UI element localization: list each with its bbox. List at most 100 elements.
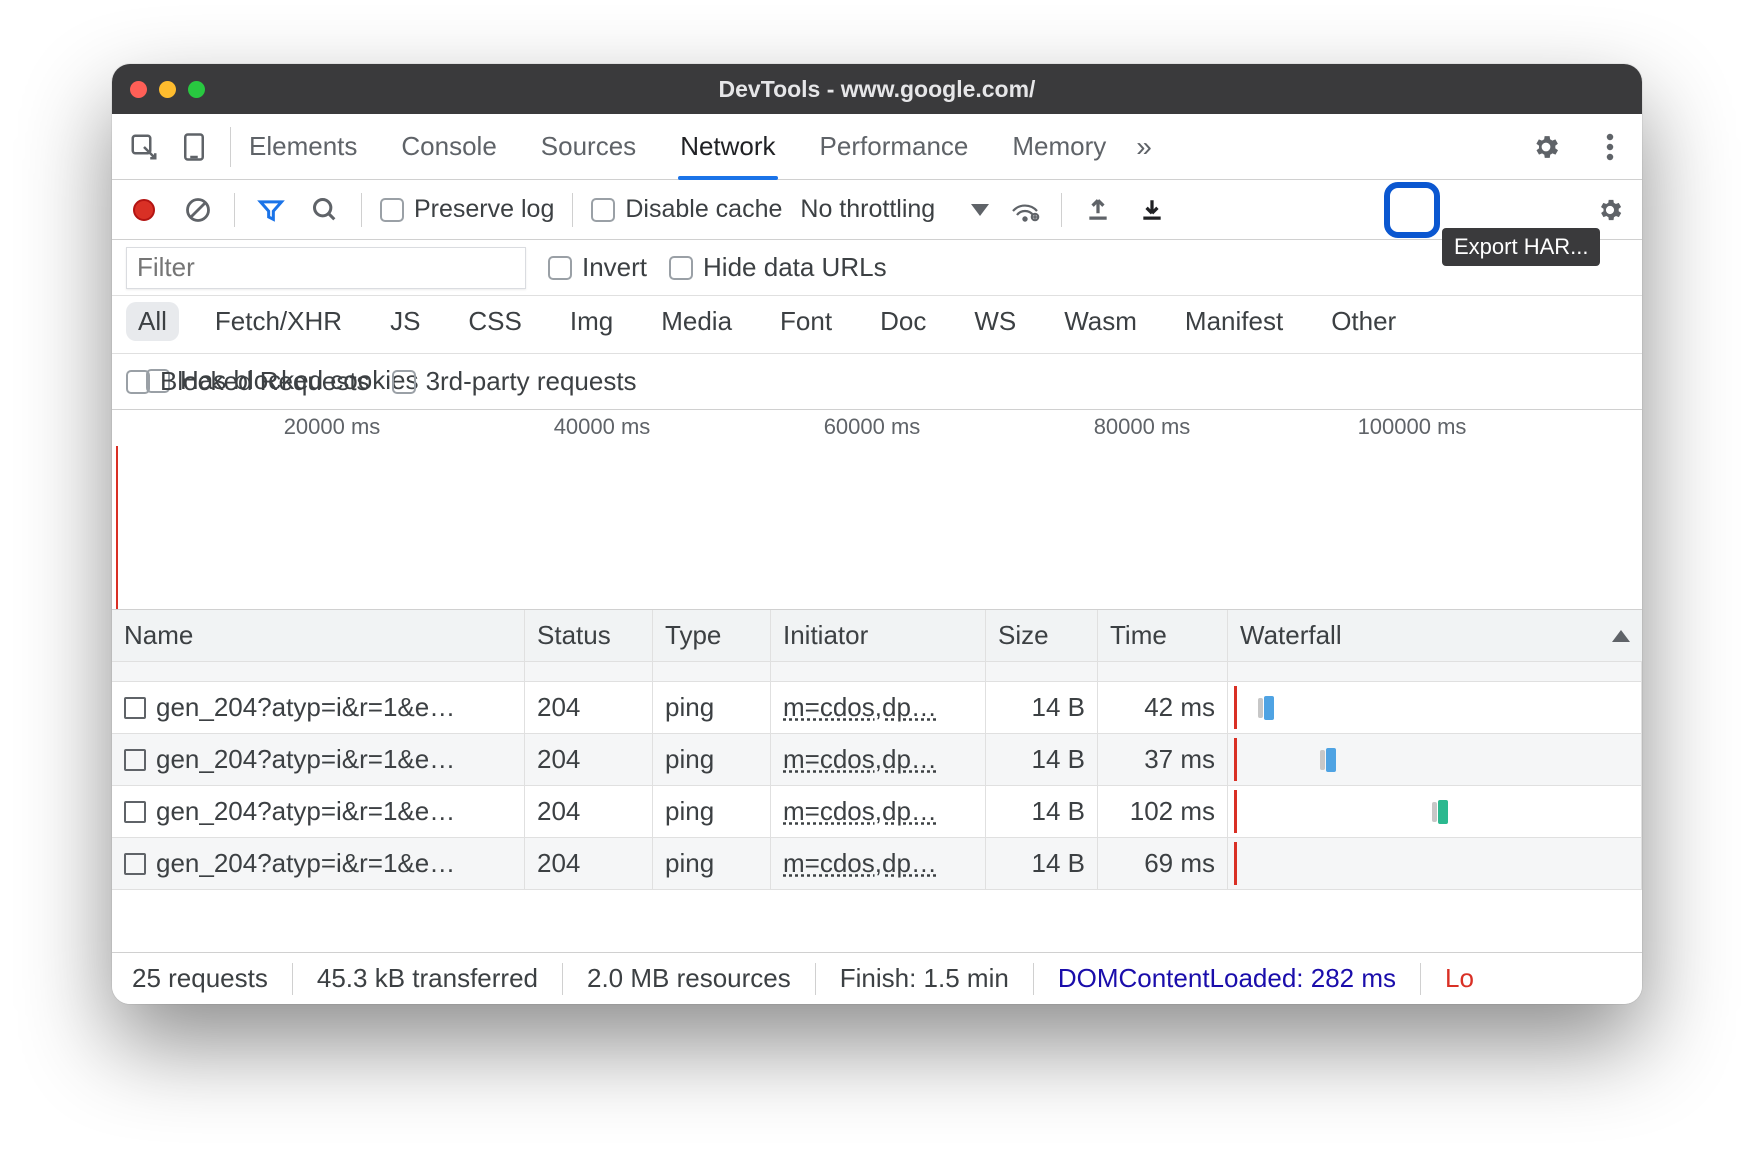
- tab-network[interactable]: Network: [680, 114, 775, 179]
- type-wasm[interactable]: Wasm: [1052, 302, 1149, 341]
- tab-label: Memory: [1012, 131, 1106, 162]
- cell-waterfall: [1228, 734, 1642, 786]
- clear-button[interactable]: [180, 192, 216, 228]
- col-size[interactable]: Size: [986, 610, 1098, 662]
- cell-status: 204: [525, 734, 653, 786]
- type-img[interactable]: Img: [558, 302, 625, 341]
- cell-initiator[interactable]: m=cdos,dp…: [771, 734, 986, 786]
- table-row[interactable]: gen_204?atyp=i&r=1&e…: [112, 682, 525, 734]
- type-doc[interactable]: Doc: [868, 302, 938, 341]
- tab-memory[interactable]: Memory: [1012, 114, 1106, 179]
- search-icon[interactable]: [307, 192, 343, 228]
- tab-label: Elements: [249, 131, 357, 162]
- file-icon: [124, 749, 146, 771]
- throttling-dropdown[interactable]: No throttling: [800, 195, 989, 224]
- tab-console[interactable]: Console: [401, 114, 496, 179]
- kebab-menu-icon[interactable]: [1592, 129, 1628, 165]
- checkbox-icon: [380, 198, 404, 222]
- file-icon: [124, 697, 146, 719]
- resource-type-filter-row: All Fetch/XHR JS CSS Img Media Font Doc …: [112, 296, 1642, 354]
- request-name: gen_204?atyp=i&r=1&e…: [156, 796, 455, 827]
- tab-sources[interactable]: Sources: [541, 114, 636, 179]
- network-settings-icon[interactable]: [1592, 192, 1628, 228]
- file-icon: [124, 853, 146, 875]
- titlebar: DevTools - www.google.com/: [112, 64, 1642, 114]
- export-har-button[interactable]: [1134, 192, 1170, 228]
- cell-initiator[interactable]: m=cdos,dp…: [771, 786, 986, 838]
- table-row[interactable]: gen_204?atyp=i&r=1&e…: [112, 734, 525, 786]
- cell-size: 14 B: [986, 838, 1098, 890]
- type-other[interactable]: Other: [1319, 302, 1408, 341]
- minimize-window-button[interactable]: [159, 81, 176, 98]
- zoom-window-button[interactable]: [188, 81, 205, 98]
- device-toolbar-icon[interactable]: [176, 129, 212, 165]
- tab-performance[interactable]: Performance: [820, 114, 969, 179]
- blocked-requests-checkbox[interactable]: Blocked Requests: [126, 366, 370, 397]
- col-initiator[interactable]: Initiator: [771, 610, 986, 662]
- export-har-highlight: [1384, 182, 1440, 238]
- table-row[interactable]: gen_204?atyp=i&r=1&e…: [112, 838, 525, 890]
- filter-input[interactable]: [126, 247, 526, 289]
- type-font[interactable]: Font: [768, 302, 844, 341]
- table-row[interactable]: [112, 662, 525, 682]
- type-ws[interactable]: WS: [962, 302, 1028, 341]
- status-domcontentloaded: DOMContentLoaded: 282 ms: [1034, 963, 1421, 995]
- disable-cache-checkbox[interactable]: Disable cache: [591, 195, 782, 224]
- throttling-value: No throttling: [800, 195, 935, 224]
- col-status[interactable]: Status: [525, 610, 653, 662]
- tick: 20000 ms: [284, 414, 381, 440]
- close-window-button[interactable]: [130, 81, 147, 98]
- preserve-log-checkbox[interactable]: Preserve log: [380, 195, 554, 224]
- type-all[interactable]: All: [126, 302, 179, 341]
- type-fetch-xhr[interactable]: Fetch/XHR: [203, 302, 354, 341]
- record-icon: [133, 199, 155, 221]
- col-name[interactable]: Name: [112, 610, 525, 662]
- status-resources: 2.0 MB resources: [563, 963, 816, 995]
- type-js[interactable]: JS: [378, 302, 432, 341]
- settings-icon[interactable]: [1528, 129, 1564, 165]
- tick: 80000 ms: [1094, 414, 1191, 440]
- request-name: gen_204?atyp=i&r=1&e…: [156, 692, 455, 723]
- type-media[interactable]: Media: [649, 302, 744, 341]
- timeline-ruler: 20000 ms 40000 ms 60000 ms 80000 ms 1000…: [112, 410, 1642, 446]
- col-waterfall[interactable]: Waterfall: [1228, 610, 1642, 662]
- request-name: gen_204?atyp=i&r=1&e…: [156, 744, 455, 775]
- cell-initiator[interactable]: m=cdos,dp…: [771, 682, 986, 734]
- requests-table: Name Status Type Initiator Size Time Wat…: [112, 610, 1642, 890]
- table-row[interactable]: gen_204?atyp=i&r=1&e…: [112, 786, 525, 838]
- cell-waterfall: [1228, 682, 1642, 734]
- panel-tabs: Elements Console Sources Network Perform…: [249, 114, 1106, 179]
- record-button[interactable]: [126, 192, 162, 228]
- col-type[interactable]: Type: [653, 610, 771, 662]
- status-requests: 25 requests: [132, 963, 293, 995]
- load-marker: [116, 446, 118, 609]
- traffic-lights: [130, 81, 205, 98]
- extra-filter-row: Blocked Requests 3rd-party requests: [112, 354, 1642, 410]
- devtools-window: DevTools - www.google.com/ Elements Cons…: [112, 64, 1642, 1004]
- type-manifest[interactable]: Manifest: [1173, 302, 1295, 341]
- tab-label: Sources: [541, 131, 636, 162]
- hide-data-urls-checkbox[interactable]: Hide data URLs: [669, 252, 887, 283]
- import-har-button[interactable]: [1080, 192, 1116, 228]
- cell-type: ping: [653, 786, 771, 838]
- filter-toggle-icon[interactable]: [253, 192, 289, 228]
- cell-status: 204: [525, 838, 653, 890]
- col-time[interactable]: Time: [1098, 610, 1228, 662]
- timeline-overview[interactable]: 20000 ms 40000 ms 60000 ms 80000 ms 1000…: [112, 410, 1642, 610]
- type-css[interactable]: CSS: [456, 302, 533, 341]
- label: Disable cache: [625, 195, 782, 224]
- tab-elements[interactable]: Elements: [249, 114, 357, 179]
- sort-asc-icon: [1612, 630, 1630, 642]
- label: Invert: [582, 252, 647, 283]
- cell-size: 14 B: [986, 682, 1098, 734]
- invert-checkbox[interactable]: Invert: [548, 252, 647, 283]
- tick: 60000 ms: [824, 414, 921, 440]
- more-tabs-button[interactable]: »: [1136, 131, 1152, 163]
- label: Preserve log: [414, 195, 554, 224]
- cell-initiator[interactable]: m=cdos,dp…: [771, 838, 986, 890]
- filter-row: Invert Hide data URLs: [112, 240, 1642, 296]
- third-party-checkbox[interactable]: 3rd-party requests: [392, 366, 637, 397]
- inspect-element-icon[interactable]: [126, 129, 162, 165]
- cell-size: 14 B: [986, 734, 1098, 786]
- network-conditions-icon[interactable]: [1007, 192, 1043, 228]
